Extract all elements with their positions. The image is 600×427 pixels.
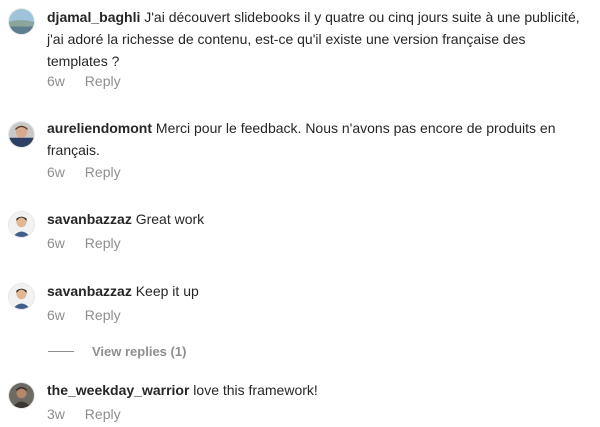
comment-timestamp[interactable]: 6w bbox=[47, 72, 65, 90]
comment-meta: 6w Reply bbox=[47, 72, 121, 90]
reply-button[interactable]: Reply bbox=[85, 163, 121, 181]
comment-timestamp[interactable]: 6w bbox=[47, 234, 65, 252]
view-replies-divider bbox=[48, 350, 74, 352]
comment-username[interactable]: savanbazzaz bbox=[47, 283, 132, 299]
comment-username[interactable]: the_weekday_warrior bbox=[47, 382, 189, 398]
landscape-avatar-icon[interactable] bbox=[8, 8, 35, 35]
comment-body: savanbazzaz Great work bbox=[47, 208, 587, 230]
comment-item: the_weekday_warrior love this framework!… bbox=[8, 379, 588, 425]
reply-button[interactable]: Reply bbox=[85, 72, 121, 90]
comment-username[interactable]: savanbazzaz bbox=[47, 211, 132, 227]
comment-item: savanbazzaz Keep it up 6w Reply bbox=[8, 280, 588, 326]
comment-item: aureliendomont Merci pour le feedback. N… bbox=[8, 117, 588, 183]
comment-text: love this framework! bbox=[193, 382, 318, 398]
comment-timestamp[interactable]: 6w bbox=[47, 306, 65, 324]
person-avatar-icon[interactable] bbox=[8, 211, 35, 238]
comment-text: Keep it up bbox=[135, 283, 199, 299]
view-replies-button[interactable]: View replies (1) bbox=[48, 342, 186, 360]
comment-timestamp[interactable]: 3w bbox=[47, 405, 65, 423]
person-avatar-icon[interactable] bbox=[8, 382, 35, 409]
comment-body: the_weekday_warrior love this framework! bbox=[47, 379, 587, 401]
person-avatar-icon[interactable] bbox=[8, 283, 35, 310]
reply-button[interactable]: Reply bbox=[85, 405, 121, 423]
comment-meta: 6w Reply bbox=[47, 234, 121, 252]
comment-item: djamal_baghli J'ai découvert slidebooks … bbox=[8, 6, 588, 90]
comment-body: savanbazzaz Keep it up bbox=[47, 280, 587, 302]
comment-item: savanbazzaz Great work 6w Reply bbox=[8, 208, 588, 254]
comment-timestamp[interactable]: 6w bbox=[47, 163, 65, 181]
reply-button[interactable]: Reply bbox=[85, 234, 121, 252]
comment-body: aureliendomont Merci pour le feedback. N… bbox=[47, 117, 587, 161]
comment-meta: 6w Reply bbox=[47, 306, 121, 324]
comment-text: Great work bbox=[135, 211, 205, 227]
comment-username[interactable]: djamal_baghli bbox=[47, 9, 140, 25]
reply-button[interactable]: Reply bbox=[85, 306, 121, 324]
comment-username[interactable]: aureliendomont bbox=[47, 120, 152, 136]
comment-meta: 3w Reply bbox=[47, 405, 121, 423]
comment-body: djamal_baghli J'ai découvert slidebooks … bbox=[47, 6, 587, 72]
comment-meta: 6w Reply bbox=[47, 163, 121, 181]
view-replies-label: View replies (1) bbox=[92, 343, 187, 359]
person-avatar-icon[interactable] bbox=[8, 121, 35, 148]
